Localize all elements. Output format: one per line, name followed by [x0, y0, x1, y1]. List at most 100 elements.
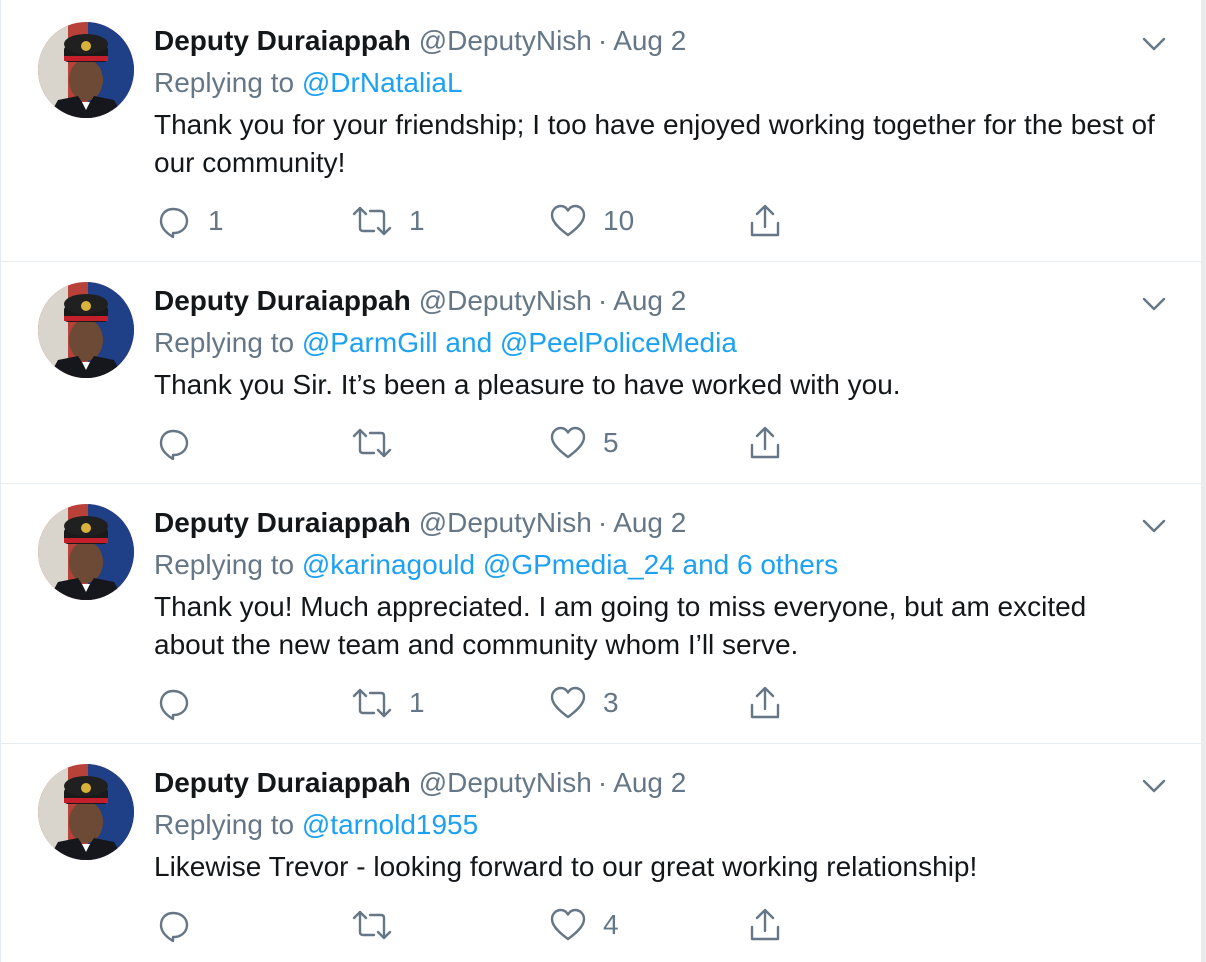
- heart-icon: [550, 908, 586, 941]
- separator-dot: ·: [597, 285, 608, 316]
- retweet-button[interactable]: [351, 423, 409, 463]
- share-button[interactable]: [747, 201, 783, 241]
- replying-to-label: Replying to: [154, 327, 295, 358]
- like-button[interactable]: 3: [549, 683, 619, 723]
- tweet-text: Thank you Sir. It’s been a pleasure to h…: [154, 369, 901, 400]
- replying-to-label: Replying to: [154, 809, 295, 840]
- retweet-icon: [352, 910, 392, 940]
- avatar-image: [38, 504, 134, 600]
- share-button[interactable]: [747, 905, 783, 945]
- replying-to: Replying to @tarnold1955: [154, 806, 478, 844]
- reply-icon: [159, 911, 189, 943]
- author-name[interactable]: Deputy Duraiappah: [154, 285, 411, 316]
- reply-button[interactable]: [156, 905, 208, 945]
- separator-dot: ·: [597, 25, 608, 56]
- tweet-date[interactable]: Aug 2: [613, 285, 686, 316]
- avatar[interactable]: [38, 504, 134, 600]
- reply-count: 1: [208, 205, 224, 236]
- avatar[interactable]: [38, 764, 134, 860]
- retweet-icon: [352, 428, 392, 458]
- like-button[interactable]: 10: [549, 201, 634, 241]
- tweet-actions: 4: [1, 905, 1201, 945]
- author-handle[interactable]: @DeputyNish: [419, 767, 592, 798]
- like-count: 10: [603, 205, 635, 236]
- author-handle[interactable]: @DeputyNish: [419, 285, 592, 316]
- chevron-down-icon[interactable]: [1140, 772, 1168, 800]
- share-icon: [750, 686, 780, 719]
- heart-icon: [550, 204, 586, 237]
- timeline: Deputy Duraiappah @DeputyNish · Aug 2 Reply…: [0, 0, 1202, 962]
- mention-joiner: and: [445, 327, 493, 358]
- heart-icon: [550, 686, 586, 719]
- mention-link[interactable]: @PeelPoliceMedia: [500, 327, 737, 358]
- reply-button[interactable]: [156, 683, 208, 723]
- heart-icon: [550, 426, 586, 459]
- tweet-date[interactable]: Aug 2: [613, 767, 686, 798]
- mention-link[interactable]: @ParmGill: [302, 327, 438, 358]
- retweet-icon: [352, 688, 392, 718]
- reply-button[interactable]: 1: [156, 201, 224, 241]
- avatar[interactable]: [38, 282, 134, 378]
- reply-button[interactable]: [156, 423, 208, 463]
- author-name[interactable]: Deputy Duraiappah: [154, 767, 411, 798]
- tweet[interactable]: Deputy Duraiappah @DeputyNish · Aug 2 Reply…: [1, 262, 1201, 484]
- chevron-down-icon[interactable]: [1140, 290, 1168, 318]
- tweet[interactable]: Deputy Duraiappah @DeputyNish · Aug 2 Reply…: [1, 744, 1201, 962]
- avatar-image: [38, 764, 134, 860]
- like-button[interactable]: 5: [549, 423, 619, 463]
- mention-link[interactable]: @GPmedia_24: [483, 549, 675, 580]
- mention-link[interactable]: @karinagould: [302, 549, 475, 580]
- tweet[interactable]: Deputy Duraiappah @DeputyNish · Aug 2 Reply…: [1, 0, 1201, 262]
- like-count: 4: [603, 909, 619, 940]
- tweet-actions: 1 1 10: [1, 201, 1201, 241]
- like-count: 5: [603, 427, 619, 458]
- tweet-actions: 1 3: [1, 683, 1201, 723]
- tweet[interactable]: Deputy Duraiappah @DeputyNish · Aug 2 Reply…: [1, 484, 1201, 744]
- author-name[interactable]: Deputy Duraiappah: [154, 507, 411, 538]
- like-count: 3: [603, 687, 619, 718]
- replying-to-label: Replying to: [154, 549, 295, 580]
- replying-to: Replying to @DrNataliaL: [154, 64, 463, 102]
- tweet-header: Deputy Duraiappah @DeputyNish · Aug 2: [154, 22, 686, 60]
- mention-others-link[interactable]: and 6 others: [683, 549, 839, 580]
- like-button[interactable]: 4: [549, 905, 619, 945]
- retweet-count: 1: [409, 687, 425, 718]
- replying-to: Replying to @karinagould @GPmedia_24 and…: [154, 546, 838, 584]
- share-icon: [750, 908, 780, 941]
- replying-to-label: Replying to: [154, 67, 295, 98]
- tweet-text: Likewise Trevor - looking forward to our…: [154, 851, 978, 882]
- chevron-down-icon[interactable]: [1140, 30, 1168, 58]
- separator-dot: ·: [597, 507, 608, 538]
- replying-to: Replying to @ParmGill and @PeelPoliceMed…: [154, 324, 737, 362]
- author-name[interactable]: Deputy Duraiappah: [154, 25, 411, 56]
- retweet-icon: [352, 206, 392, 236]
- reply-icon: [159, 689, 189, 721]
- tweet-text: Thank you! Much appreciated. I am going …: [154, 591, 1087, 660]
- retweet-button[interactable]: 1: [351, 683, 425, 723]
- share-icon: [750, 426, 780, 459]
- tweet-header: Deputy Duraiappah @DeputyNish · Aug 2: [154, 504, 686, 542]
- avatar-image: [38, 22, 134, 118]
- retweet-button[interactable]: [351, 905, 409, 945]
- avatar-image: [38, 282, 134, 378]
- tweet-date[interactable]: Aug 2: [613, 25, 686, 56]
- tweet-text: Thank you for your friendship; I too hav…: [154, 109, 1155, 178]
- chevron-down-icon[interactable]: [1140, 512, 1168, 540]
- retweet-button[interactable]: 1: [351, 201, 425, 241]
- tweet-header: Deputy Duraiappah @DeputyNish · Aug 2: [154, 282, 686, 320]
- author-handle[interactable]: @DeputyNish: [419, 507, 592, 538]
- share-button[interactable]: [747, 683, 783, 723]
- tweet-header: Deputy Duraiappah @DeputyNish · Aug 2: [154, 764, 686, 802]
- retweet-count: 1: [409, 205, 425, 236]
- tweet-actions: 5: [1, 423, 1201, 463]
- author-handle[interactable]: @DeputyNish: [419, 25, 592, 56]
- tweet-date[interactable]: Aug 2: [613, 507, 686, 538]
- share-icon: [750, 204, 780, 237]
- separator-dot: ·: [597, 767, 608, 798]
- mention-link[interactable]: @DrNataliaL: [302, 67, 463, 98]
- avatar[interactable]: [38, 22, 134, 118]
- reply-icon: [159, 429, 189, 461]
- reply-icon: [159, 207, 189, 239]
- share-button[interactable]: [747, 423, 783, 463]
- mention-link[interactable]: @tarnold1955: [302, 809, 478, 840]
